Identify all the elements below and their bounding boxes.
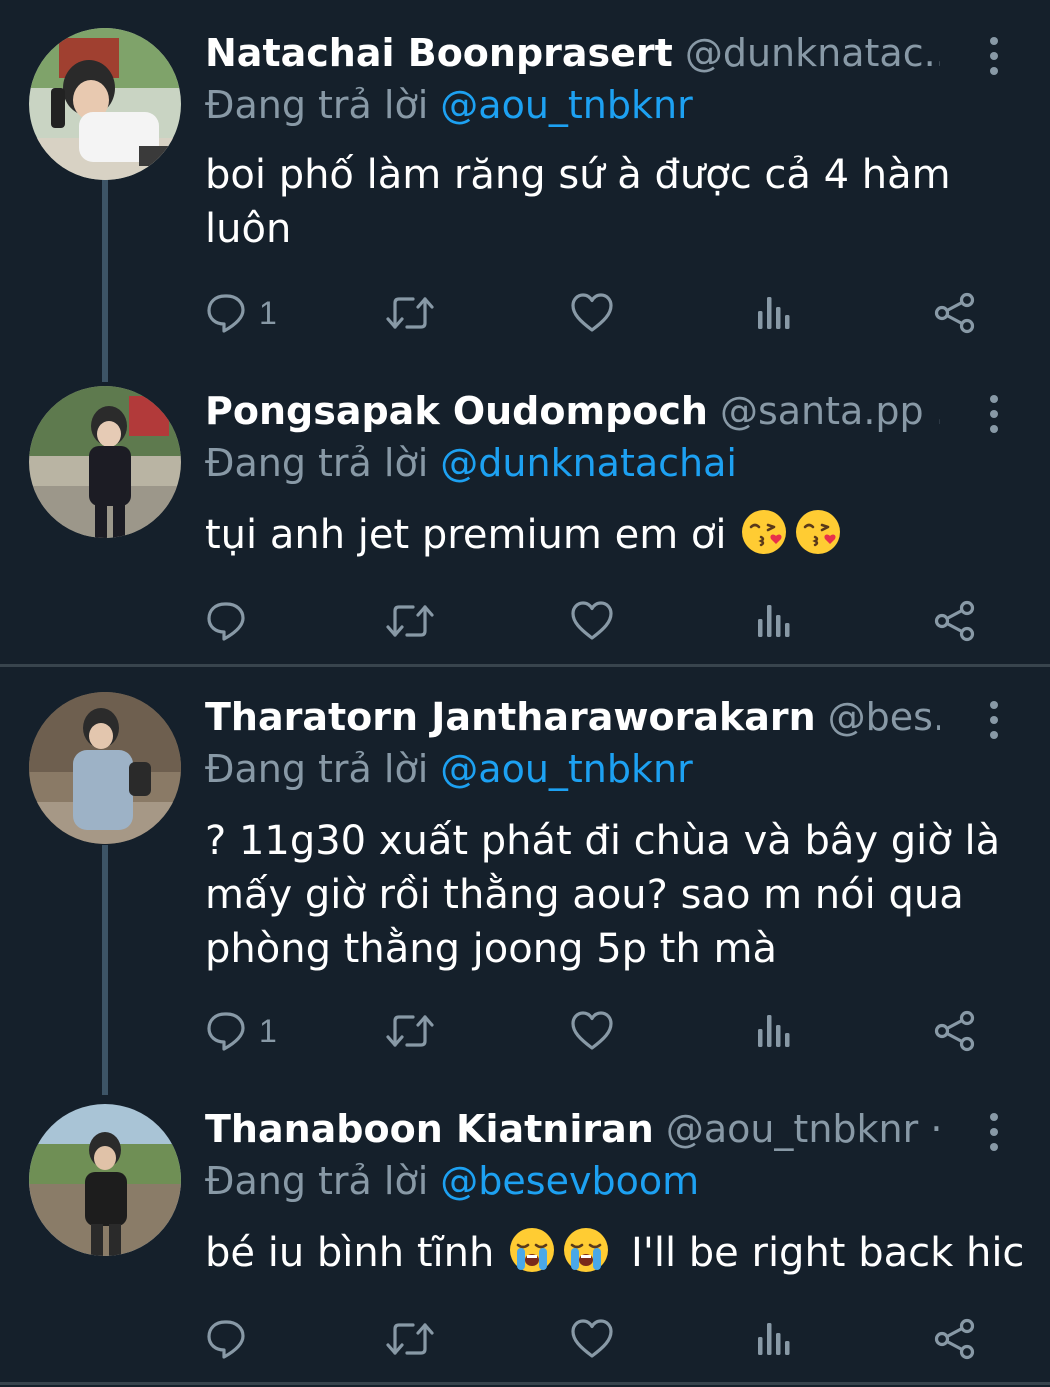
tweet-header: Pongsapak Oudompoch @santa.pp ... xyxy=(205,386,940,436)
like-button[interactable] xyxy=(570,1006,614,1056)
tweet-text: ? 11g30 xuất phát đi chùa và bây giờ là … xyxy=(205,818,1001,972)
replying-label: Đang trả lời xyxy=(205,441,429,485)
loudly-crying-emoji xyxy=(508,1226,556,1274)
conversation-divider xyxy=(0,1382,1050,1385)
avatar[interactable] xyxy=(29,386,181,538)
replying-to-line: Đang trả lời @besevboom xyxy=(205,1156,699,1206)
retweet-button[interactable] xyxy=(385,596,435,646)
share-icon xyxy=(933,291,977,335)
more-icon[interactable] xyxy=(982,36,1006,76)
like-icon xyxy=(570,291,614,335)
analytics-button[interactable] xyxy=(755,596,795,646)
share-button[interactable] xyxy=(933,1314,977,1364)
reply-icon xyxy=(205,1009,249,1053)
retweet-icon xyxy=(385,291,435,335)
action-bar: 1 xyxy=(205,1006,1005,1056)
replying-label: Đang trả lời xyxy=(205,747,429,791)
reply-button[interactable] xyxy=(205,1314,259,1364)
reply-button[interactable]: 1 xyxy=(205,1006,277,1056)
replying-to-line: Đang trả lời @aou_tnbknr xyxy=(205,80,693,130)
display-name[interactable]: Thanaboon Kiatniran xyxy=(205,1107,654,1151)
avatar[interactable] xyxy=(29,28,181,180)
tweet[interactable]: Pongsapak Oudompoch @santa.pp ... Đang tr… xyxy=(0,386,1050,656)
username-handle[interactable]: @santa.pp ... xyxy=(720,389,940,433)
more-icon[interactable] xyxy=(982,1112,1006,1152)
retweet-button[interactable] xyxy=(385,288,435,338)
replying-to-line: Đang trả lời @dunknatachai xyxy=(205,438,737,488)
username-handle[interactable]: @dunknatac... xyxy=(685,31,940,75)
reply-count: 1 xyxy=(259,294,277,331)
tweet-header: Tharatorn Jantharaworakarn @bes... xyxy=(205,692,940,742)
retweet-icon xyxy=(385,1317,435,1361)
share-icon xyxy=(933,1317,977,1361)
share-button[interactable] xyxy=(933,288,977,338)
loudly-crying-emoji xyxy=(562,1226,610,1274)
action-bar xyxy=(205,596,1005,646)
reply-button[interactable] xyxy=(205,596,259,646)
analytics-button[interactable] xyxy=(755,288,795,338)
share-button[interactable] xyxy=(933,1006,977,1056)
display-name[interactable]: Tharatorn Jantharaworakarn xyxy=(205,695,816,739)
analytics-icon xyxy=(755,1317,795,1361)
share-icon xyxy=(933,599,977,643)
like-icon xyxy=(570,1009,614,1053)
analytics-icon xyxy=(755,291,795,335)
tweet-text-container: bé iu bình tĩnh I'll be right back hic xyxy=(205,1226,1024,1280)
tweet[interactable]: Thanaboon Kiatniran @aou_tnbknr ·... Đang… xyxy=(0,1104,1050,1374)
tweet-header: Natachai Boonprasert @dunknatac... xyxy=(205,28,940,78)
like-button[interactable] xyxy=(570,288,614,338)
analytics-icon xyxy=(755,1009,795,1053)
display-name[interactable]: Natachai Boonprasert xyxy=(205,31,673,75)
retweet-button[interactable] xyxy=(385,1006,435,1056)
avatar[interactable] xyxy=(29,1104,181,1256)
replying-label: Đang trả lời xyxy=(205,83,429,127)
action-bar xyxy=(205,1314,1005,1364)
tweet-text: bé iu bình tĩnh xyxy=(205,1230,495,1276)
tweet-text: boi phố làm răng sứ à được cả 4 hàm luôn xyxy=(205,152,951,252)
kissing-heart-emoji xyxy=(794,508,842,556)
reply-icon xyxy=(205,1317,249,1361)
like-icon xyxy=(570,599,614,643)
tweet[interactable]: Natachai Boonprasert @dunknatac... Đang t… xyxy=(0,28,1050,358)
mention-link[interactable]: @besevboom xyxy=(440,1159,699,1203)
avatar[interactable] xyxy=(29,692,181,844)
replying-to-line: Đang trả lời @aou_tnbknr xyxy=(205,744,693,794)
reply-count: 1 xyxy=(259,1012,277,1049)
mention-link[interactable]: @dunknatachai xyxy=(440,441,737,485)
conversation-divider xyxy=(0,664,1050,667)
mention-link[interactable]: @aou_tnbknr xyxy=(440,747,692,791)
replying-label: Đang trả lời xyxy=(205,1159,429,1203)
more-icon[interactable] xyxy=(982,394,1006,434)
analytics-button[interactable] xyxy=(755,1314,795,1364)
retweet-icon xyxy=(385,1009,435,1053)
reply-button[interactable]: 1 xyxy=(205,288,277,338)
kissing-heart-emoji xyxy=(740,508,788,556)
like-icon xyxy=(570,1317,614,1361)
tweet-text-after: I'll be right back hic xyxy=(631,1230,1025,1276)
tweet-text: tụi anh jet premium em ơi xyxy=(205,512,727,558)
reply-icon xyxy=(205,291,249,335)
username-handle[interactable]: @aou_tnbknr ·... xyxy=(666,1107,940,1151)
more-icon[interactable] xyxy=(982,700,1006,740)
like-button[interactable] xyxy=(570,596,614,646)
share-icon xyxy=(933,1009,977,1053)
analytics-button[interactable] xyxy=(755,1006,795,1056)
analytics-icon xyxy=(755,599,795,643)
username-handle[interactable]: @bes... xyxy=(828,695,940,739)
thread-view: Natachai Boonprasert @dunknatac... Đang t… xyxy=(0,0,1050,1387)
action-bar: 1 xyxy=(205,288,1005,338)
tweet[interactable]: Tharatorn Jantharaworakarn @bes... Đang t… xyxy=(0,692,1050,1072)
tweet-header: Thanaboon Kiatniran @aou_tnbknr ·... xyxy=(205,1104,940,1154)
retweet-button[interactable] xyxy=(385,1314,435,1364)
mention-link[interactable]: @aou_tnbknr xyxy=(440,83,692,127)
retweet-icon xyxy=(385,599,435,643)
like-button[interactable] xyxy=(570,1314,614,1364)
tweet-text-container: tụi anh jet premium em ơi xyxy=(205,508,1015,562)
reply-icon xyxy=(205,599,249,643)
share-button[interactable] xyxy=(933,596,977,646)
display-name[interactable]: Pongsapak Oudompoch xyxy=(205,389,708,433)
